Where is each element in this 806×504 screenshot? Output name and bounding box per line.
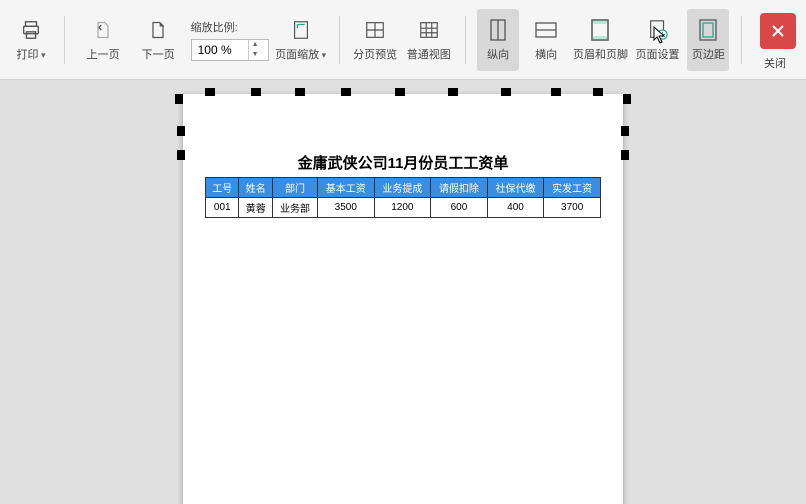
print-label: 打印 bbox=[16, 46, 45, 62]
next-page-label: 下一页 bbox=[142, 46, 175, 62]
print-button[interactable]: 打印 bbox=[10, 9, 52, 71]
margin-handle-top[interactable] bbox=[395, 88, 405, 96]
margin-handle-top[interactable] bbox=[593, 88, 603, 96]
margin-handle-tr[interactable] bbox=[623, 94, 631, 104]
table-cell: 3500 bbox=[318, 198, 375, 218]
margins-label: 页边距 bbox=[692, 46, 725, 62]
close-button[interactable] bbox=[760, 13, 796, 49]
prev-page-label: 上一页 bbox=[87, 46, 120, 62]
page-break-label: 分页预览 bbox=[353, 46, 397, 62]
separator bbox=[465, 16, 466, 64]
margin-handle-top[interactable] bbox=[251, 88, 261, 96]
header-footer-icon bbox=[588, 18, 612, 42]
table-header-cell: 姓名 bbox=[239, 178, 272, 198]
margin-handle-top[interactable] bbox=[295, 88, 305, 96]
preview-canvas[interactable]: 金庸武侠公司11月份员工工资单 工号姓名部门基本工资业务提成请假扣除社保代缴实发… bbox=[0, 80, 806, 504]
margin-handle-top[interactable] bbox=[501, 88, 511, 96]
portrait-button[interactable]: 纵向 bbox=[477, 9, 519, 71]
nav-group: 上一页 下一页 bbox=[77, 9, 185, 71]
salary-table: 工号姓名部门基本工资业务提成请假扣除社保代缴实发工资 001黄蓉业务部35001… bbox=[205, 177, 601, 218]
table-header-cell: 社保代缴 bbox=[487, 178, 544, 198]
header-footer-button[interactable]: 页眉和页脚 bbox=[573, 9, 628, 71]
table-header-cell: 业务提成 bbox=[374, 178, 431, 198]
landscape-label: 横向 bbox=[535, 46, 557, 62]
zoom-ratio-label: 缩放比例: bbox=[191, 19, 238, 35]
table-cell: 1200 bbox=[374, 198, 431, 218]
page-zoom-icon bbox=[289, 18, 313, 42]
separator bbox=[64, 16, 65, 64]
separator bbox=[339, 16, 340, 64]
table-header-cell: 实发工资 bbox=[544, 178, 601, 198]
page-setup-button[interactable]: 页面设置 bbox=[634, 9, 682, 71]
zoom-input[interactable] bbox=[192, 41, 248, 59]
page-zoom-button[interactable]: 页面缩放 bbox=[275, 9, 327, 71]
margin-handle-top[interactable] bbox=[551, 88, 561, 96]
page-preview: 金庸武侠公司11月份员工工资单 工号姓名部门基本工资业务提成请假扣除社保代缴实发… bbox=[183, 94, 623, 504]
header-footer-label: 页眉和页脚 bbox=[573, 46, 628, 62]
table-cell: 3700 bbox=[544, 198, 601, 218]
portrait-icon bbox=[486, 18, 510, 42]
normal-view-button[interactable]: 普通视图 bbox=[405, 9, 453, 71]
normal-view-label: 普通视图 bbox=[407, 46, 451, 62]
portrait-label: 纵向 bbox=[487, 46, 509, 62]
table-header-cell: 基本工资 bbox=[318, 178, 375, 198]
zoom-group: 缩放比例: ▲▼ bbox=[191, 9, 269, 71]
table-row: 001黄蓉业务部350012006004003700 bbox=[206, 198, 601, 218]
table-cell: 业务部 bbox=[272, 198, 317, 218]
zoom-up-icon[interactable]: ▲ bbox=[249, 40, 262, 50]
margin-handle-tl[interactable] bbox=[175, 94, 183, 104]
landscape-icon bbox=[534, 18, 558, 42]
table-cell: 400 bbox=[487, 198, 544, 218]
margin-handle-left[interactable] bbox=[177, 126, 185, 136]
margins-button[interactable]: 页边距 bbox=[687, 9, 729, 71]
separator bbox=[741, 16, 742, 64]
margin-handle-top[interactable] bbox=[448, 88, 458, 96]
table-body: 001黄蓉业务部350012006004003700 bbox=[206, 198, 601, 218]
margin-handle-right[interactable] bbox=[621, 150, 629, 160]
page-setup-icon bbox=[646, 18, 670, 42]
page-break-icon bbox=[363, 18, 387, 42]
margin-handle-top[interactable] bbox=[341, 88, 351, 96]
margin-handle-left[interactable] bbox=[177, 150, 185, 160]
normal-view-icon bbox=[417, 18, 441, 42]
prev-page-button[interactable]: 上一页 bbox=[77, 9, 130, 71]
document-title: 金庸武侠公司11月份员工工资单 bbox=[205, 152, 601, 173]
next-page-icon bbox=[146, 18, 170, 42]
page-break-preview-button[interactable]: 分页预览 bbox=[351, 9, 399, 71]
zoom-input-wrap[interactable]: ▲▼ bbox=[191, 39, 269, 61]
prev-page-icon bbox=[91, 18, 115, 42]
close-icon bbox=[771, 24, 785, 38]
landscape-button[interactable]: 横向 bbox=[525, 9, 567, 71]
zoom-spinner[interactable]: ▲▼ bbox=[248, 40, 262, 60]
table-cell: 001 bbox=[206, 198, 239, 218]
table-header-row: 工号姓名部门基本工资业务提成请假扣除社保代缴实发工资 bbox=[206, 178, 601, 198]
table-header-cell: 部门 bbox=[272, 178, 317, 198]
next-page-button[interactable]: 下一页 bbox=[132, 9, 185, 71]
margin-handle-top[interactable] bbox=[205, 88, 215, 96]
table-cell: 600 bbox=[431, 198, 488, 218]
table-header-cell: 请假扣除 bbox=[431, 178, 488, 198]
page-setup-label: 页面设置 bbox=[636, 46, 680, 62]
toolbar: 打印 上一页 下一页 缩放比例: ▲▼ 页面缩放 bbox=[0, 0, 806, 80]
close-label: 关闭 bbox=[764, 55, 786, 71]
page-zoom-label: 页面缩放 bbox=[275, 46, 326, 62]
table-cell: 黄蓉 bbox=[239, 198, 272, 218]
print-icon bbox=[19, 18, 43, 42]
zoom-down-icon[interactable]: ▼ bbox=[249, 50, 262, 60]
margin-handle-right[interactable] bbox=[621, 126, 629, 136]
margins-icon bbox=[696, 18, 720, 42]
table-header-cell: 工号 bbox=[206, 178, 239, 198]
